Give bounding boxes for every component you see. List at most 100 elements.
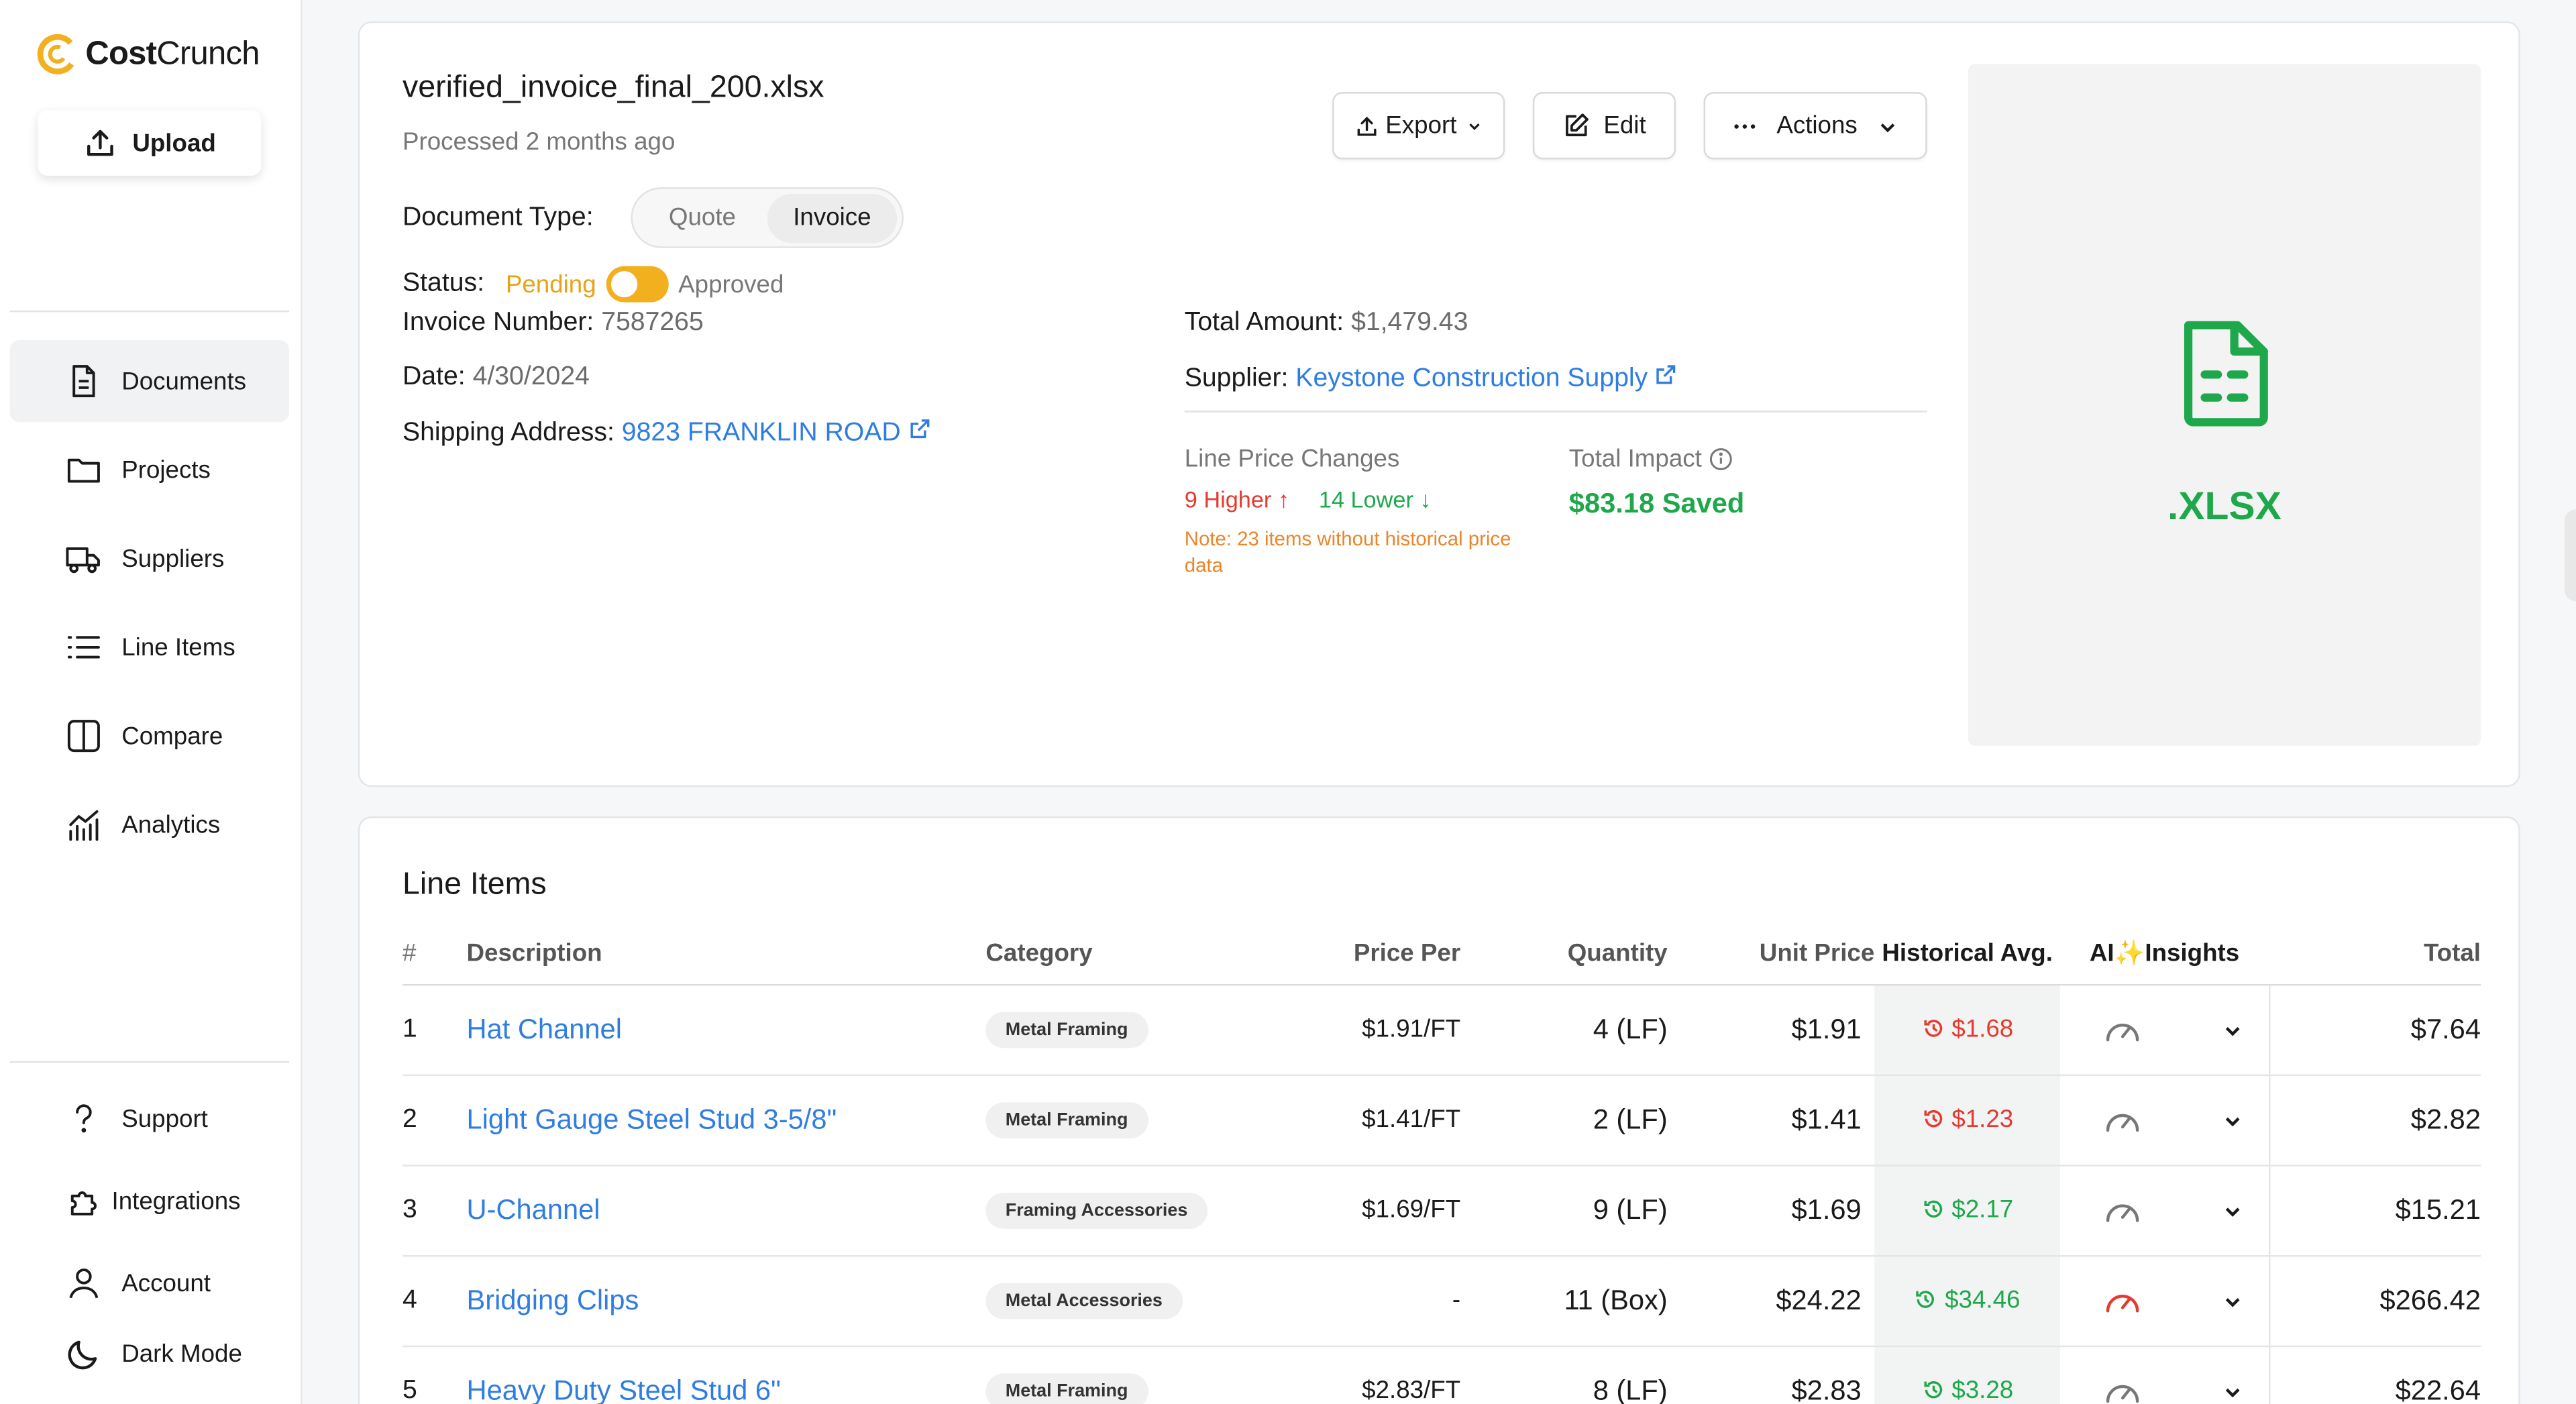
upload-label: Upload	[132, 129, 216, 157]
row-number: 4	[402, 1255, 467, 1346]
sidebar-item-analytics[interactable]: Analytics	[10, 784, 289, 865]
shipping-address-link[interactable]: 9823 FRANKLIN ROAD	[622, 419, 931, 447]
unit-price: $24.22	[1667, 1255, 1875, 1346]
invoice-number-label: Invoice Number:	[402, 309, 594, 337]
item-description-link[interactable]: Heavy Duty Steel Stud 6"	[467, 1374, 781, 1404]
sidebar-item-label: Line Items	[121, 633, 235, 661]
status-pending: Pending	[505, 270, 596, 299]
ai-insight-cell[interactable]	[2060, 1165, 2269, 1256]
col-total[interactable]: Total	[2269, 923, 2481, 985]
logo[interactable]: CostCrunch	[36, 33, 260, 76]
historical-avg[interactable]: $3.28	[1874, 1345, 2061, 1404]
moon-icon	[68, 1340, 97, 1370]
puzzle-icon	[70, 1191, 97, 1216]
gauge-icon[interactable]	[2103, 1013, 2143, 1046]
col-number[interactable]: #	[402, 923, 467, 985]
chevron-down-icon[interactable]	[2222, 1200, 2241, 1220]
more-icon	[1735, 123, 1756, 128]
sidebar-item-support[interactable]: Support	[10, 1078, 289, 1160]
chevron-down-icon[interactable]	[2222, 1110, 2241, 1129]
doc-type-invoice[interactable]: Invoice	[767, 193, 898, 243]
scroll-handle[interactable]	[2564, 509, 2576, 602]
historical-avg[interactable]: $1.68	[1874, 983, 2061, 1075]
invoice-number-value: 7587265	[601, 309, 704, 337]
export-button[interactable]: Export	[1332, 92, 1505, 160]
upload-button[interactable]: Upload	[38, 110, 262, 176]
gauge-icon[interactable]	[2103, 1374, 2143, 1404]
sidebar-item-integrations[interactable]: Integrations	[10, 1160, 289, 1242]
file-extension: .XLSX	[2167, 484, 2282, 529]
chevron-down-icon[interactable]	[2222, 1381, 2241, 1400]
ai-insight-cell[interactable]	[2060, 1345, 2269, 1404]
higher-count[interactable]: 9 Higher ↑	[1185, 486, 1289, 512]
sidebar-item-label: Analytics	[121, 810, 221, 839]
table-row[interactable]: 4 Bridging Clips Metal Accessories -11 (Box…	[402, 1255, 2481, 1346]
sidebar-item-label: Documents	[121, 367, 247, 395]
ai-insight-cell[interactable]	[2060, 1074, 2269, 1166]
edit-icon	[1566, 113, 1589, 137]
historical-avg[interactable]: $34.46	[1874, 1255, 2061, 1346]
sidebar-item-suppliers[interactable]: Suppliers	[10, 517, 289, 599]
table-row[interactable]: 1 Hat Channel Metal Framing $1.91/FT 4 (LF) $…	[402, 983, 2481, 1075]
gauge-icon[interactable]	[2103, 1103, 2143, 1136]
ai-insight-cell[interactable]	[2060, 1255, 2269, 1346]
item-description-link[interactable]: U-Channel	[467, 1193, 600, 1225]
col-quantity[interactable]: Quantity	[1460, 923, 1668, 985]
info-icon[interactable]	[1709, 447, 1733, 472]
supplier-link[interactable]: Keystone Construction Supply	[1295, 365, 1678, 392]
sidebar: CostCrunch Upload Documents Projects Sup…	[0, 0, 303, 1404]
edit-button[interactable]: Edit	[1532, 92, 1676, 160]
col-description[interactable]: Description	[466, 923, 986, 985]
table-row[interactable]: 2 Light Gauge Steel Stud 3-5/8" Metal Fram…	[402, 1074, 2481, 1166]
chevron-down-icon[interactable]	[2222, 1020, 2241, 1039]
status-toggle[interactable]	[606, 266, 669, 303]
sidebar-item-documents[interactable]: Documents	[9, 339, 290, 423]
line-items-table: # Description Category Price Per Quantit…	[402, 923, 2481, 1404]
col-price-per[interactable]: Price Per	[1232, 923, 1461, 985]
ai-insight-cell[interactable]	[2060, 983, 2269, 1075]
gauge-icon[interactable]	[2103, 1193, 2143, 1226]
doc-type-quote[interactable]: Quote	[637, 193, 767, 242]
question-icon	[76, 1104, 92, 1133]
historical-avg[interactable]: $1.23	[1874, 1074, 2061, 1166]
supplier-label: Supplier:	[1184, 364, 1289, 393]
status-row: Status: Pending Approved	[402, 266, 784, 303]
row-total: $2.82	[2267, 1074, 2481, 1166]
quantity: 9 (LF)	[1460, 1165, 1668, 1256]
col-historical-avg[interactable]: Historical Avg.	[1874, 923, 2061, 985]
sidebar-item-label: Support	[121, 1104, 208, 1133]
lower-count[interactable]: 14 Lower ↓	[1319, 486, 1432, 512]
item-description-link[interactable]: Hat Channel	[467, 1013, 622, 1044]
chevron-down-icon	[1468, 123, 1479, 130]
sidebar-item-projects[interactable]: Projects	[10, 429, 289, 510]
actions-button[interactable]: Actions	[1703, 92, 1927, 160]
price-per: -	[1232, 1255, 1461, 1346]
sidebar-item-label: Compare	[121, 722, 223, 750]
total-amount-row: Total Amount: $1,479.43	[1185, 309, 1468, 338]
sidebar-item-compare[interactable]: Compare	[10, 695, 289, 777]
sidebar-divider	[9, 310, 290, 313]
gauge-icon[interactable]	[2103, 1284, 2143, 1317]
document-card: verified_invoice_final_200.xlsx Processe…	[358, 21, 2520, 788]
col-ai-insights[interactable]: AI✨Insights	[2060, 923, 2269, 985]
table-row[interactable]: 5 Heavy Duty Steel Stud 6" Metal Framing $2…	[402, 1345, 2481, 1404]
table-row[interactable]: 3 U-Channel Framing Accessories $1.69/FT 9 (…	[402, 1165, 2481, 1256]
item-description-link[interactable]: Bridging Clips	[467, 1284, 639, 1315]
sidebar-item-line-items[interactable]: Line Items	[10, 606, 289, 688]
date-row: Date: 4/30/2024	[402, 363, 590, 392]
historical-avg[interactable]: $2.17	[1874, 1165, 2061, 1256]
col-unit-price[interactable]: Unit Price	[1667, 923, 1875, 985]
shipping-label: Shipping Address:	[402, 419, 614, 447]
dark-mode-toggle[interactable]: Dark Mode	[10, 1313, 289, 1395]
item-description-link[interactable]: Light Gauge Steel Stud 3-5/8"	[467, 1103, 837, 1135]
chevron-down-icon[interactable]	[2222, 1291, 2241, 1310]
table-header: # Description Category Price Per Quantit…	[402, 923, 2481, 985]
sidebar-item-account[interactable]: Account	[10, 1242, 289, 1324]
document-icon	[72, 365, 95, 398]
history-icon	[1923, 1380, 1941, 1398]
export-label: Export	[1385, 111, 1457, 140]
file-preview[interactable]: .XLSX	[1968, 64, 2481, 746]
row-number: 3	[402, 1165, 467, 1256]
document-type-label: Document Type:	[402, 203, 594, 232]
col-category[interactable]: Category	[985, 923, 1232, 985]
